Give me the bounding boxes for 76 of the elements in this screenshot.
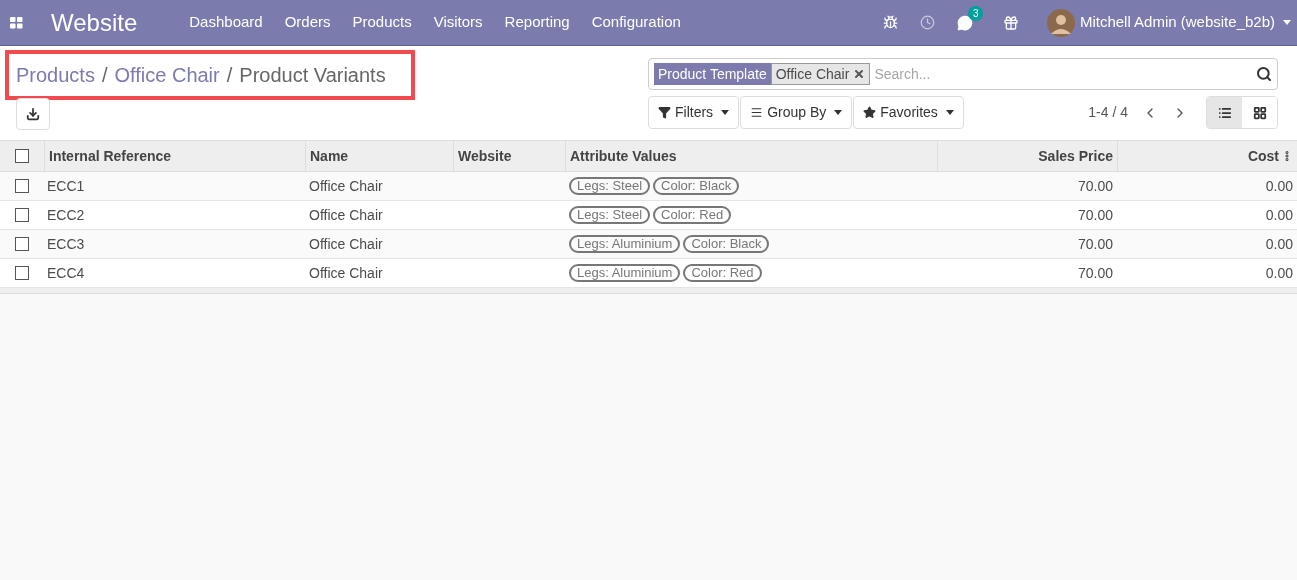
breadcrumb-link[interactable]: Office Chair (114, 60, 220, 90)
attribute-tag: Legs: Aluminium (569, 235, 681, 253)
search-input[interactable]: Search... (874, 63, 1256, 85)
star-icon (863, 106, 877, 119)
table-cell: 70.00 (1077, 264, 1113, 281)
column-header[interactable]: Website (453, 141, 565, 171)
nav-menu-item[interactable]: Visitors (433, 11, 483, 34)
attribute-tag: Legs: Aluminium (569, 264, 681, 282)
table-cell: ECC4 (47, 264, 85, 281)
nav-menu-item[interactable]: Orders (284, 11, 331, 34)
caret-icon (721, 110, 730, 115)
attribute-tag: Color: Red (683, 264, 762, 282)
column-header[interactable]: Attribute Values (565, 141, 937, 171)
message-count-badge: 3 (967, 5, 984, 21)
table-cell: ECC3 (47, 235, 85, 252)
gift-icon[interactable] (1002, 14, 1019, 31)
table-cell: Office Chair (309, 235, 383, 252)
remove-icon[interactable] (853, 68, 866, 80)
grid-icon (1252, 105, 1267, 120)
table-cell: ECC1 (47, 177, 85, 194)
table-cell: 0.00 (1265, 264, 1293, 281)
table-cell: Office Chair (309, 264, 383, 281)
nav-menu-item[interactable]: Products (352, 11, 412, 34)
facet-label: Product Template (654, 63, 771, 85)
filter-dropdown-button[interactable]: Filters (648, 96, 740, 129)
checkbox[interactable] (15, 237, 29, 251)
breadcrumb-separator: / (226, 63, 233, 88)
nav-menu-item[interactable]: Configuration (591, 11, 681, 34)
caret-icon (1283, 20, 1291, 25)
search-bar[interactable]: Product Template Office Chair Search... (648, 58, 1278, 90)
download-icon (26, 107, 40, 121)
avatar[interactable] (1046, 8, 1075, 37)
column-header[interactable]: Name (305, 141, 453, 171)
attribute-tag: Color: Red (653, 206, 732, 224)
breadcrumb-link[interactable]: Products (16, 60, 95, 90)
caret-icon (834, 110, 843, 115)
checkbox[interactable] (15, 266, 29, 280)
nav-menu-item[interactable]: Reporting (504, 11, 570, 34)
list-icon (1217, 105, 1232, 120)
table-cell: 0.00 (1265, 177, 1293, 194)
attribute-tag: Color: Black (653, 177, 740, 195)
table-cell: Office Chair (309, 206, 383, 223)
apps-menu-icon[interactable] (10, 16, 23, 29)
checkbox[interactable] (15, 149, 29, 163)
download-button[interactable] (16, 98, 50, 130)
checkbox[interactable] (15, 208, 29, 222)
table-cell: 0.00 (1265, 235, 1293, 252)
app-name[interactable]: Website (51, 4, 138, 41)
breadcrumb-current: Product Variants (239, 63, 386, 88)
table-cell: Office Chair (309, 177, 383, 194)
list-view-button[interactable] (1207, 97, 1242, 128)
filter-dropdown-button[interactable]: Favorites (853, 96, 964, 129)
caret-icon (945, 110, 954, 115)
search-icon[interactable] (1256, 66, 1272, 82)
attribute-tag: Color: Black (683, 235, 770, 253)
bug-icon[interactable] (882, 15, 898, 30)
table-cell: 70.00 (1077, 177, 1113, 194)
column-header[interactable]: Cost (1117, 141, 1297, 171)
table-cell: ECC2 (47, 206, 85, 223)
filter-icon (658, 106, 671, 119)
nav-menu-item[interactable]: Dashboard (189, 11, 263, 34)
menu-icon (750, 106, 764, 119)
attribute-tag: Legs: Steel (569, 177, 651, 195)
table-cell: 70.00 (1077, 206, 1113, 223)
column-header[interactable]: Sales Price (937, 141, 1117, 171)
filter-dropdown-button[interactable]: Group By (740, 96, 853, 129)
facet-tag: Office Chair (770, 63, 871, 85)
user-menu[interactable]: Mitchell Admin (website_b2b) (1079, 11, 1291, 34)
breadcrumb-separator: / (101, 63, 108, 88)
table-cell: 70.00 (1077, 235, 1113, 252)
table-cell: 0.00 (1265, 206, 1293, 223)
chat-icon[interactable] (956, 14, 973, 31)
attribute-tag: Legs: Steel (569, 206, 651, 224)
column-header[interactable]: Internal Reference (44, 141, 305, 171)
pager-value: 1-4 / 4 (1088, 103, 1128, 122)
checkbox[interactable] (15, 179, 29, 193)
